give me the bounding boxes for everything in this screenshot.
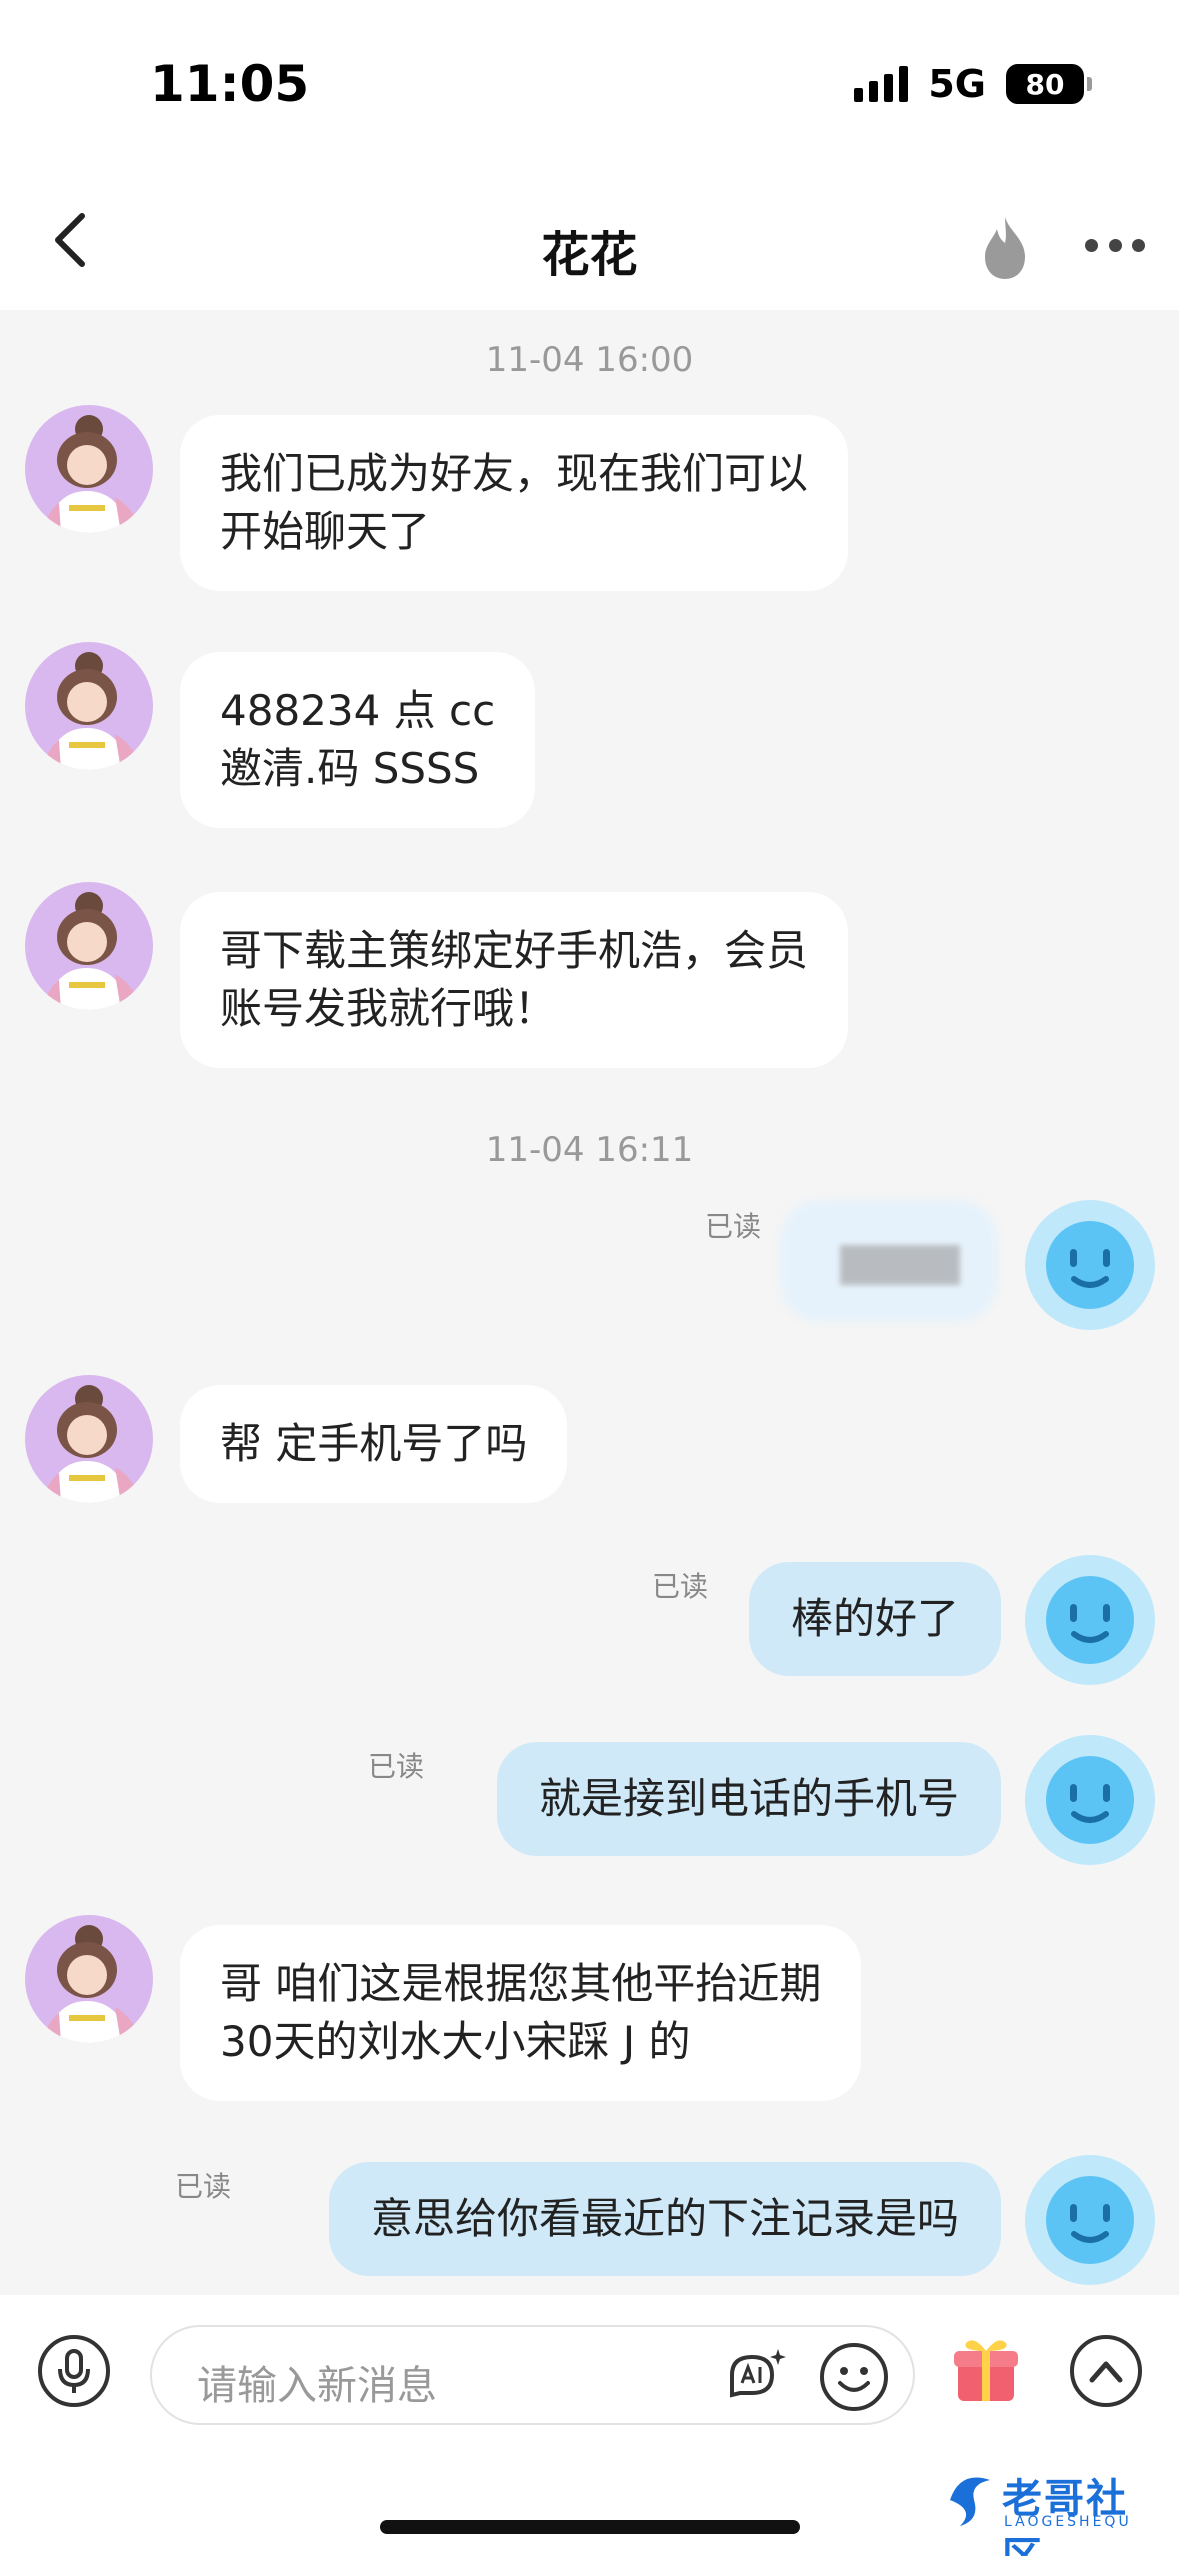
smiley-avatar-icon: [1046, 2176, 1134, 2264]
message-bubble-incoming[interactable]: 哥下载主策绑定好手机浩，会员 账号发我就行哦！: [180, 892, 849, 1068]
status-time: 11:05: [150, 55, 310, 113]
timestamp: 11-04 16:11: [485, 1130, 694, 1170]
emoji-icon: [838, 2367, 870, 2392]
self-avatar[interactable]: [1025, 1555, 1155, 1685]
input-bar: 请输入新消息 老哥社 LAOGESHEQU: [0, 2295, 1179, 2556]
avatar[interactable]: [25, 405, 153, 533]
chat-area[interactable]: 11-04 16:00 我们已成为好友，现在我们可以 开始聊天了 488234 …: [0, 310, 1179, 2295]
read-receipt: 已读: [652, 1570, 709, 1603]
read-receipt: 已读: [705, 1210, 762, 1243]
nav-bar: 花花: [0, 175, 1179, 310]
timestamp: 11-04 16:00: [485, 340, 694, 380]
input-placeholder: 请输入新消息: [197, 2363, 437, 2409]
network-type: 5G: [928, 62, 986, 106]
microphone-icon: [58, 2349, 90, 2393]
expand-button[interactable]: [1070, 2335, 1142, 2407]
girl-avatar-icon: [43, 1925, 141, 2043]
smiley-avatar-icon: [1046, 1576, 1134, 1664]
girl-avatar-icon: [43, 652, 141, 770]
message-bubble-outgoing[interactable]: 棒的好了: [748, 1562, 1001, 1676]
message-bubble-incoming[interactable]: 哥 咱们这是根据您其他平抬近期 30天的刘水大小宋踩 J 的: [180, 1925, 862, 2101]
chevron-up-icon: [1089, 2361, 1123, 2383]
avatar[interactable]: [25, 642, 153, 770]
message-input[interactable]: 请输入新消息: [150, 2325, 915, 2425]
girl-avatar-icon: [43, 892, 141, 1010]
avatar[interactable]: [25, 882, 153, 1010]
message-bubble-outgoing[interactable]: 就是接到电话的手机号: [496, 1742, 1001, 1856]
message-bubble-outgoing[interactable]: 意思给你看最近的下注记录是吗: [328, 2162, 1001, 2276]
read-receipt: 已读: [175, 2170, 232, 2203]
battery-level: 80: [1025, 67, 1065, 101]
flame-button[interactable]: [975, 213, 1035, 283]
message-bubble-incoming[interactable]: 488234 点 cc 邀清.码 SSSS: [180, 652, 536, 828]
avatar[interactable]: [25, 1375, 153, 1503]
message-bubble-incoming[interactable]: 帮 定手机号了吗: [180, 1385, 568, 1503]
message-bubble-incoming[interactable]: 我们已成为好友，现在我们可以 开始聊天了: [180, 415, 849, 591]
ai-sparkle-icon: [730, 2349, 786, 2398]
self-avatar[interactable]: [1025, 2155, 1155, 2285]
read-receipt: 已读: [368, 1750, 425, 1783]
watermark-sub: LAOGESHEQU: [1004, 2514, 1132, 2530]
ai-button[interactable]: [722, 2345, 788, 2411]
flame-icon: [985, 217, 1025, 279]
dragon-logo-icon: [950, 2477, 990, 2526]
girl-avatar-icon: [43, 415, 141, 533]
status-bar: 11:05 5G 80: [0, 0, 1179, 175]
avatar[interactable]: [25, 1915, 153, 2043]
gift-button[interactable]: [950, 2333, 1022, 2405]
emoji-button[interactable]: [820, 2343, 888, 2411]
voice-button[interactable]: [38, 2335, 110, 2407]
blurred-content: [840, 1245, 960, 1285]
self-avatar[interactable]: [1025, 1735, 1155, 1865]
girl-avatar-icon: [43, 1385, 141, 1503]
home-indicator[interactable]: [380, 2520, 800, 2534]
more-dot: [1085, 238, 1098, 252]
more-button[interactable]: [1085, 230, 1145, 260]
battery-icon: 80: [1006, 64, 1092, 104]
signal-icon: [854, 66, 909, 102]
self-avatar[interactable]: [1025, 1200, 1155, 1330]
more-dot: [1132, 238, 1145, 252]
smiley-avatar-icon: [1046, 1756, 1134, 1844]
watermark-name: 老哥社区: [1002, 2476, 1128, 2556]
watermark-logo: 老哥社区 LAOGESHEQU: [940, 2460, 1160, 2556]
more-dot: [1108, 238, 1122, 252]
smiley-avatar-icon: [1046, 1221, 1134, 1309]
gift-icon: [954, 2340, 1018, 2401]
status-indicators: 5G 80: [854, 62, 1092, 106]
